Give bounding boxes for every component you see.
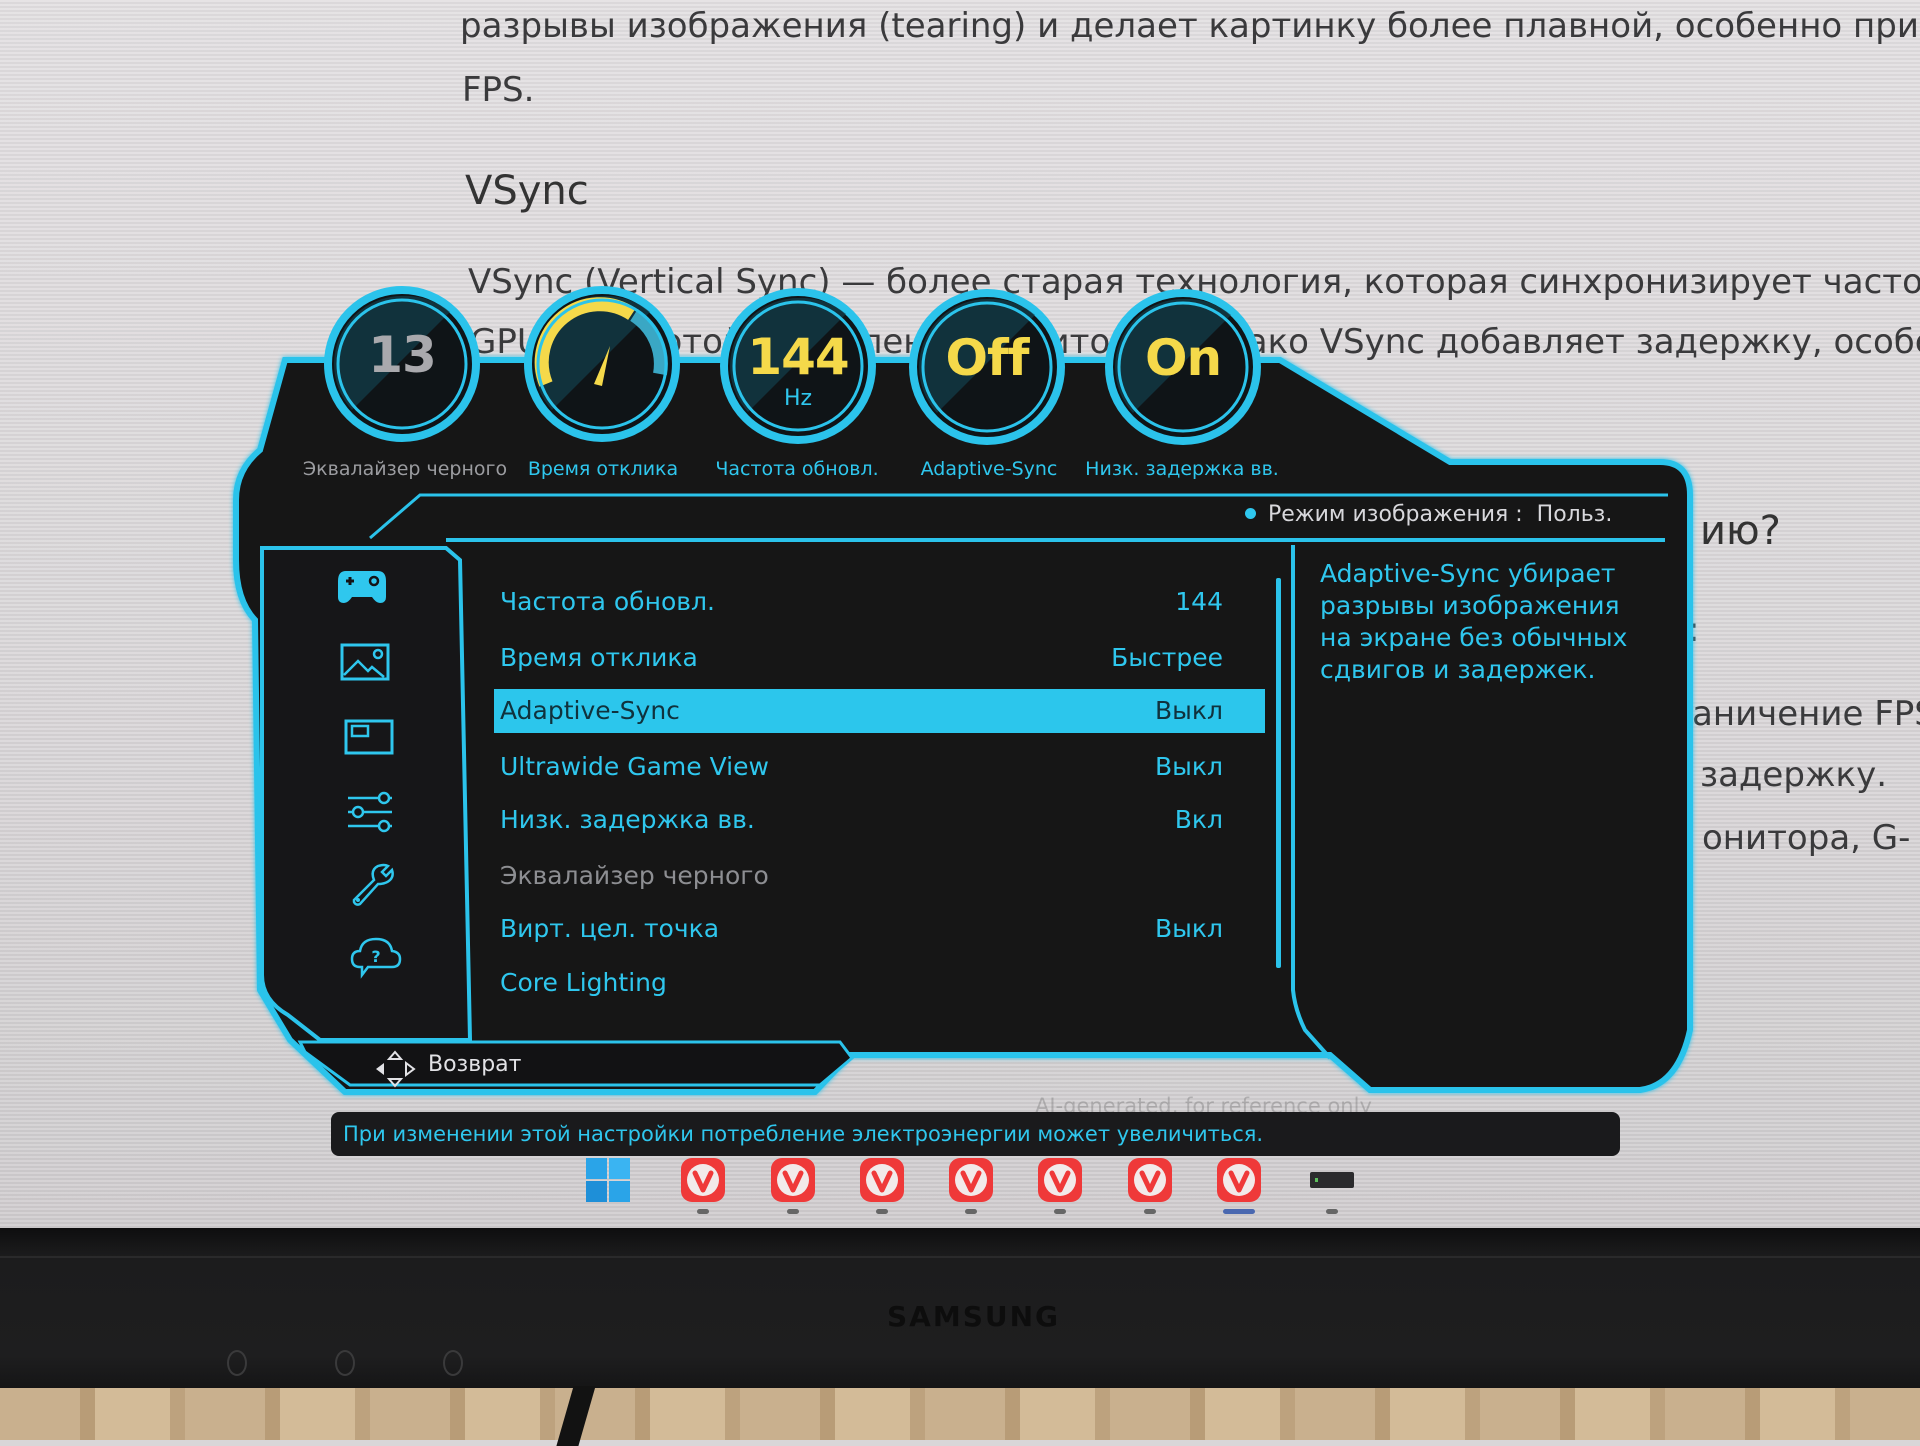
- bezel-button[interactable]: [443, 1350, 463, 1376]
- menu-item-ultrawide-game-view[interactable]: Ultrawide Game View Выкл: [494, 745, 1265, 789]
- brand-logo: SAMSUNG: [887, 1300, 1061, 1333]
- menu-item-value: Выкл: [1155, 752, 1223, 781]
- menu-item-value: 144: [1175, 587, 1223, 616]
- pip-icon: [344, 719, 394, 755]
- menu-item-label: Core Lighting: [500, 968, 667, 997]
- picture-mode-status: Режим изображения : Польз.: [1245, 502, 1612, 527]
- gamepad-icon: [338, 571, 386, 603]
- svg-text:?: ?: [371, 947, 380, 966]
- vivaldi-icon[interactable]: [771, 1158, 815, 1202]
- taskbar-indicator: [787, 1209, 799, 1214]
- gauge-adaptive-sync[interactable]: Off: [907, 287, 1067, 447]
- dpad-icon: [376, 1050, 416, 1088]
- menu-item-virtual-aim-point[interactable]: Вирт. цел. точка Выкл: [494, 907, 1265, 951]
- gauge-low-input-lag[interactable]: On: [1103, 287, 1263, 447]
- menu-item-value: Выкл: [1155, 696, 1223, 725]
- menu-item-label: Adaptive-Sync: [500, 696, 680, 725]
- menu-item-label: Эквалайзер черного: [500, 861, 769, 890]
- support-icon: ?: [350, 937, 402, 979]
- menu-item-adaptive-sync[interactable]: Adaptive-Sync Выкл: [494, 689, 1265, 733]
- picture-mode-value: Польз.: [1536, 502, 1613, 527]
- taskbar-indicator: [1326, 1209, 1338, 1214]
- taskbar-indicator: [965, 1209, 977, 1214]
- menu-scrollbar[interactable]: [1276, 578, 1281, 968]
- monitor-osd-menu: 13 144 Hz Off On Эквалайзер черного Врем…: [0, 0, 1920, 1230]
- bezel-edge: [0, 1256, 1920, 1258]
- vivaldi-icon[interactable]: [860, 1158, 904, 1202]
- sidebar-item-game[interactable]: [336, 565, 388, 609]
- taskbar-indicator: [697, 1209, 709, 1214]
- gauge-value: 144: [747, 328, 849, 386]
- vivaldi-icon[interactable]: [1128, 1158, 1172, 1202]
- menu-item-label: Вирт. цел. точка: [500, 914, 720, 943]
- taskbar-indicator: [1144, 1209, 1156, 1214]
- background-curtain: [0, 1388, 1920, 1440]
- vivaldi-icon[interactable]: [949, 1158, 993, 1202]
- gauge-label: Частота обновл.: [715, 458, 879, 480]
- gauge-label: Эквалайзер черного: [302, 458, 508, 480]
- menu-item-low-input-lag[interactable]: Низк. задержка вв. Вкл: [494, 798, 1265, 842]
- windows-start-icon[interactable]: [586, 1158, 630, 1202]
- sidebar-item-pip[interactable]: [344, 717, 396, 761]
- power-warning-tooltip: При изменении этой настройки потребление…: [331, 1112, 1620, 1156]
- gauge-value: Off: [945, 329, 1029, 387]
- menu-item-refresh-rate[interactable]: Частота обновл. 144: [494, 580, 1265, 624]
- sidebar-item-support[interactable]: ?: [350, 935, 402, 979]
- taskbar-indicator: [1054, 1209, 1066, 1214]
- wrench-icon: [352, 863, 394, 906]
- menu-item-label: Частота обновл.: [500, 587, 715, 616]
- taskbar-indicator: [876, 1209, 888, 1214]
- bezel-button[interactable]: [335, 1350, 355, 1376]
- gauge-label: Время отклика: [527, 458, 679, 480]
- back-button[interactable]: Возврат: [428, 1052, 521, 1077]
- vivaldi-icon[interactable]: [681, 1158, 725, 1202]
- vivaldi-icon[interactable]: [1038, 1158, 1082, 1202]
- menu-item-value: Выкл: [1155, 914, 1223, 943]
- menu-item-response-time[interactable]: Время отклика Быстрее: [494, 636, 1265, 680]
- gauge-unit: Hz: [783, 386, 813, 411]
- status-dot-icon: [1245, 507, 1256, 519]
- gauge-response-time[interactable]: [522, 284, 682, 444]
- menu-item-label: Низк. задержка вв.: [500, 805, 755, 834]
- menu-item-value: Быстрее: [1111, 643, 1223, 672]
- vivaldi-icon[interactable]: [1217, 1158, 1261, 1202]
- gauge-value: 13: [368, 326, 437, 384]
- picture-icon: [340, 643, 390, 681]
- menu-item-black-equalizer: Эквалайзер черного: [494, 854, 1265, 898]
- sidebar-item-system[interactable]: [348, 862, 400, 906]
- sidebar-item-picture[interactable]: [340, 641, 392, 685]
- gauge-label: Adaptive-Sync: [920, 458, 1058, 480]
- gauge-label: Низк. задержка вв.: [1085, 458, 1279, 480]
- menu-item-core-lighting[interactable]: Core Lighting: [494, 961, 1265, 1005]
- gauge-value: On: [1144, 329, 1222, 387]
- gauge-dial: [524, 286, 680, 442]
- sidebar-item-general[interactable]: [346, 790, 398, 834]
- gauge-refresh-rate[interactable]: 144 Hz: [718, 286, 878, 446]
- menu-item-label: Время отклика: [500, 643, 698, 672]
- gauge-black-equalizer[interactable]: 13: [322, 284, 482, 444]
- taskbar-indicator-active: [1223, 1209, 1255, 1214]
- menu-item-label: Ultrawide Game View: [500, 752, 769, 781]
- bezel-button[interactable]: [227, 1350, 247, 1376]
- setting-description: Adaptive-Sync убирает разрывы изображени…: [1320, 559, 1628, 684]
- sliders-icon: [348, 791, 392, 833]
- menu-item-value: Вкл: [1174, 805, 1223, 834]
- picture-mode-label: Режим изображения :: [1268, 502, 1523, 527]
